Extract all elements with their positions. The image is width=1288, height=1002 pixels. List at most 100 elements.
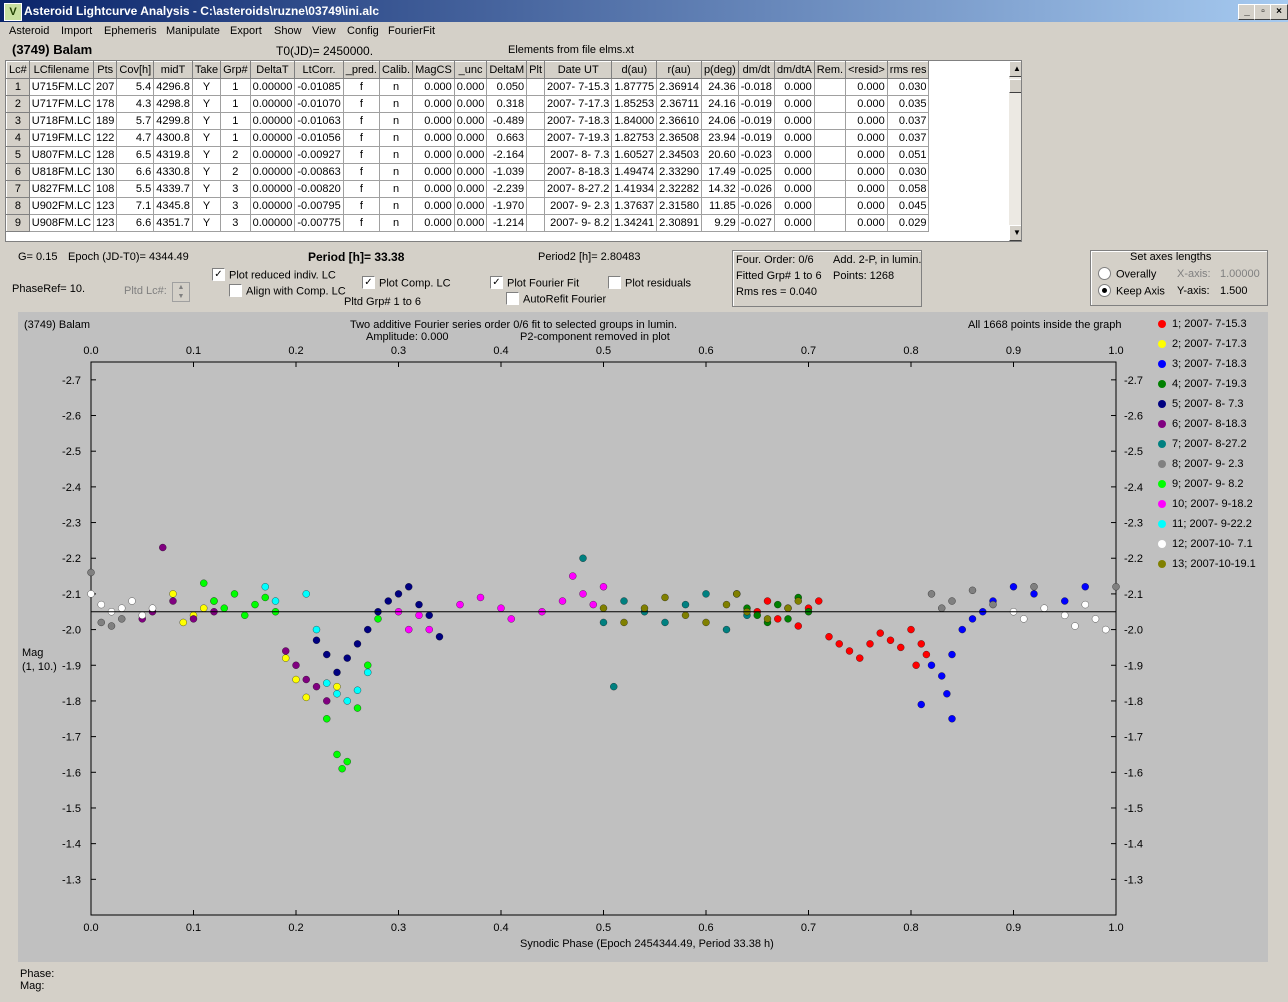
table-cell[interactable]: 2	[6, 95, 30, 113]
table-cell[interactable]: -0.01056	[294, 129, 344, 147]
table-cell[interactable]: -2.164	[486, 146, 528, 164]
table-cell[interactable]: 3	[6, 112, 30, 130]
align-comp-checkbox[interactable]: Align with Comp. LC	[229, 284, 346, 298]
menu-manipulate[interactable]: Manipulate	[166, 25, 220, 37]
table-cell[interactable]: 0.00000	[249, 78, 296, 96]
table-cell[interactable]: 1.87775	[611, 78, 658, 96]
menu-fourierfit[interactable]: FourierFit	[388, 25, 435, 37]
close-button[interactable]: ×	[1270, 4, 1288, 20]
table-cell[interactable]: f	[342, 78, 380, 96]
column-header[interactable]: _unc	[453, 61, 488, 79]
table-cell[interactable]: 9.29	[700, 214, 739, 232]
table-cell[interactable]: -0.025	[737, 163, 775, 181]
table-cell[interactable]: Y	[191, 78, 222, 96]
table-cell[interactable]: 2.30891	[656, 214, 702, 232]
table-cell[interactable]: f	[342, 163, 380, 181]
column-header[interactable]: <resid>	[845, 61, 888, 79]
table-cell[interactable]: 2007- 7-17.3	[544, 95, 613, 113]
table-cell[interactable]: -0.027	[737, 214, 775, 232]
table-cell[interactable]	[813, 78, 847, 96]
table-row[interactable]: 7 U827FM.LC 108 5.5 4339.7 Y 3 0.00000 -0.00820 f…	[6, 180, 930, 198]
table-cell[interactable]: -1.039	[486, 163, 528, 181]
plot-reduced-checkbox[interactable]: ✓ Plot reduced indiv. LC	[212, 268, 336, 282]
table-cell[interactable]: 2007- 8-18.3	[544, 163, 613, 181]
table-cell[interactable]: 1.41934	[611, 180, 658, 198]
table-cell[interactable]: Y	[191, 197, 222, 215]
table-cell[interactable]: Y	[191, 214, 222, 232]
table-cell[interactable]: 123	[93, 197, 118, 215]
table-row[interactable]: 4 U719FM.LC 122 4.7 4300.8 Y 1 0.00000 -0.01056 f…	[6, 129, 930, 147]
column-header[interactable]: Lc#	[6, 61, 30, 79]
table-cell[interactable]: Y	[191, 129, 222, 147]
table-cell[interactable]: 7	[6, 180, 30, 198]
scroll-down-icon[interactable]: ▼	[1009, 225, 1021, 241]
table-cell[interactable]: 0.000	[845, 146, 888, 164]
table-cell[interactable]: -2.239	[486, 180, 528, 198]
table-cell[interactable]: 1.49474	[611, 163, 658, 181]
y-axis-value[interactable]: 1.500	[1220, 285, 1248, 297]
table-cell[interactable]	[813, 197, 847, 215]
table-cell[interactable]: 0.00000	[249, 197, 296, 215]
table-cell[interactable]: -0.026	[737, 197, 775, 215]
table-cell[interactable]: 0.000	[453, 146, 488, 164]
table-cell[interactable]: 9	[6, 214, 30, 232]
table-cell[interactable]: f	[342, 112, 380, 130]
table-cell[interactable]: 1.82753	[611, 129, 658, 147]
column-header[interactable]: rms res	[886, 61, 930, 79]
table-cell[interactable]: U908FM.LC	[28, 214, 95, 232]
table-cell[interactable]: 1.85253	[611, 95, 658, 113]
column-header[interactable]: Plt	[526, 61, 546, 79]
table-cell[interactable]: 4299.8	[153, 112, 193, 130]
table-cell[interactable]: 2007- 7-18.3	[544, 112, 613, 130]
table-cell[interactable]: 0.000	[412, 78, 455, 96]
table-row[interactable]: 9 U908FM.LC 123 6.6 4351.7 Y 3 0.00000 -0.00775 f…	[6, 214, 930, 232]
table-cell[interactable]: 2007- 7-19.3	[544, 129, 613, 147]
table-cell[interactable]: 2.34503	[656, 146, 702, 164]
column-header[interactable]: d(au)	[611, 61, 658, 79]
table-cell[interactable]: 6	[6, 163, 30, 181]
table-cell[interactable]: 0.000	[845, 112, 888, 130]
table-cell[interactable]: 0.00000	[249, 129, 296, 147]
table-cell[interactable]: 0.045	[886, 197, 930, 215]
table-cell[interactable]: 5.4	[116, 78, 155, 96]
table-cell[interactable]	[526, 78, 546, 96]
table-cell[interactable]: 0.000	[773, 214, 815, 232]
table-cell[interactable]: 130	[93, 163, 118, 181]
menu-import[interactable]: Import	[61, 25, 92, 37]
table-cell[interactable]: U715FM.LC	[28, 78, 95, 96]
table-cell[interactable]: 0.000	[412, 146, 455, 164]
table-cell[interactable]: -0.01070	[294, 95, 344, 113]
table-cell[interactable]: 0.000	[845, 163, 888, 181]
table-cell[interactable]: 1	[220, 129, 251, 147]
column-header[interactable]: Date UT	[544, 61, 613, 79]
column-header[interactable]: r(au)	[656, 61, 702, 79]
table-cell[interactable]: f	[342, 180, 380, 198]
table-cell[interactable]: 0.000	[453, 78, 488, 96]
table-cell[interactable]: -0.01063	[294, 112, 344, 130]
table-cell[interactable]: 1	[220, 112, 251, 130]
pltd-lc-spinner[interactable]: ▲ ▼	[172, 282, 190, 302]
table-cell[interactable]: f	[342, 146, 380, 164]
table-cell[interactable]: 0.000	[412, 163, 455, 181]
table-cell[interactable]: 0.000	[845, 95, 888, 113]
table-cell[interactable]: -0.00795	[294, 197, 344, 215]
lightcurve-plot[interactable]: 0.0 0.0 0.1 0.1 0.2 0.2 0.3 0.3 0.4 0.4 0.5 0.5 0.6 0…	[18, 312, 1268, 962]
table-cell[interactable]: n	[378, 95, 414, 113]
table-cell[interactable]: 1	[220, 95, 251, 113]
table-cell[interactable]: n	[378, 112, 414, 130]
table-cell[interactable]: -0.019	[737, 112, 775, 130]
table-cell[interactable]: -0.026	[737, 180, 775, 198]
table-cell[interactable]: 0.00000	[249, 112, 296, 130]
table-cell[interactable]: -0.01085	[294, 78, 344, 96]
table-cell[interactable]: 4330.8	[153, 163, 193, 181]
table-cell[interactable]: 178	[93, 95, 118, 113]
table-cell[interactable]: 0.000	[412, 180, 455, 198]
table-cell[interactable]: 0.000	[453, 197, 488, 215]
table-cell[interactable]: 4351.7	[153, 214, 193, 232]
table-cell[interactable]: -1.970	[486, 197, 528, 215]
table-row[interactable]: 2 U717FM.LC 178 4.3 4298.8 Y 1 0.00000 -0.01070 f…	[6, 95, 930, 113]
table-cell[interactable]	[526, 180, 546, 198]
table-cell[interactable]	[813, 146, 847, 164]
table-cell[interactable]: 1.37637	[611, 197, 658, 215]
table-cell[interactable]: 0.050	[486, 78, 528, 96]
